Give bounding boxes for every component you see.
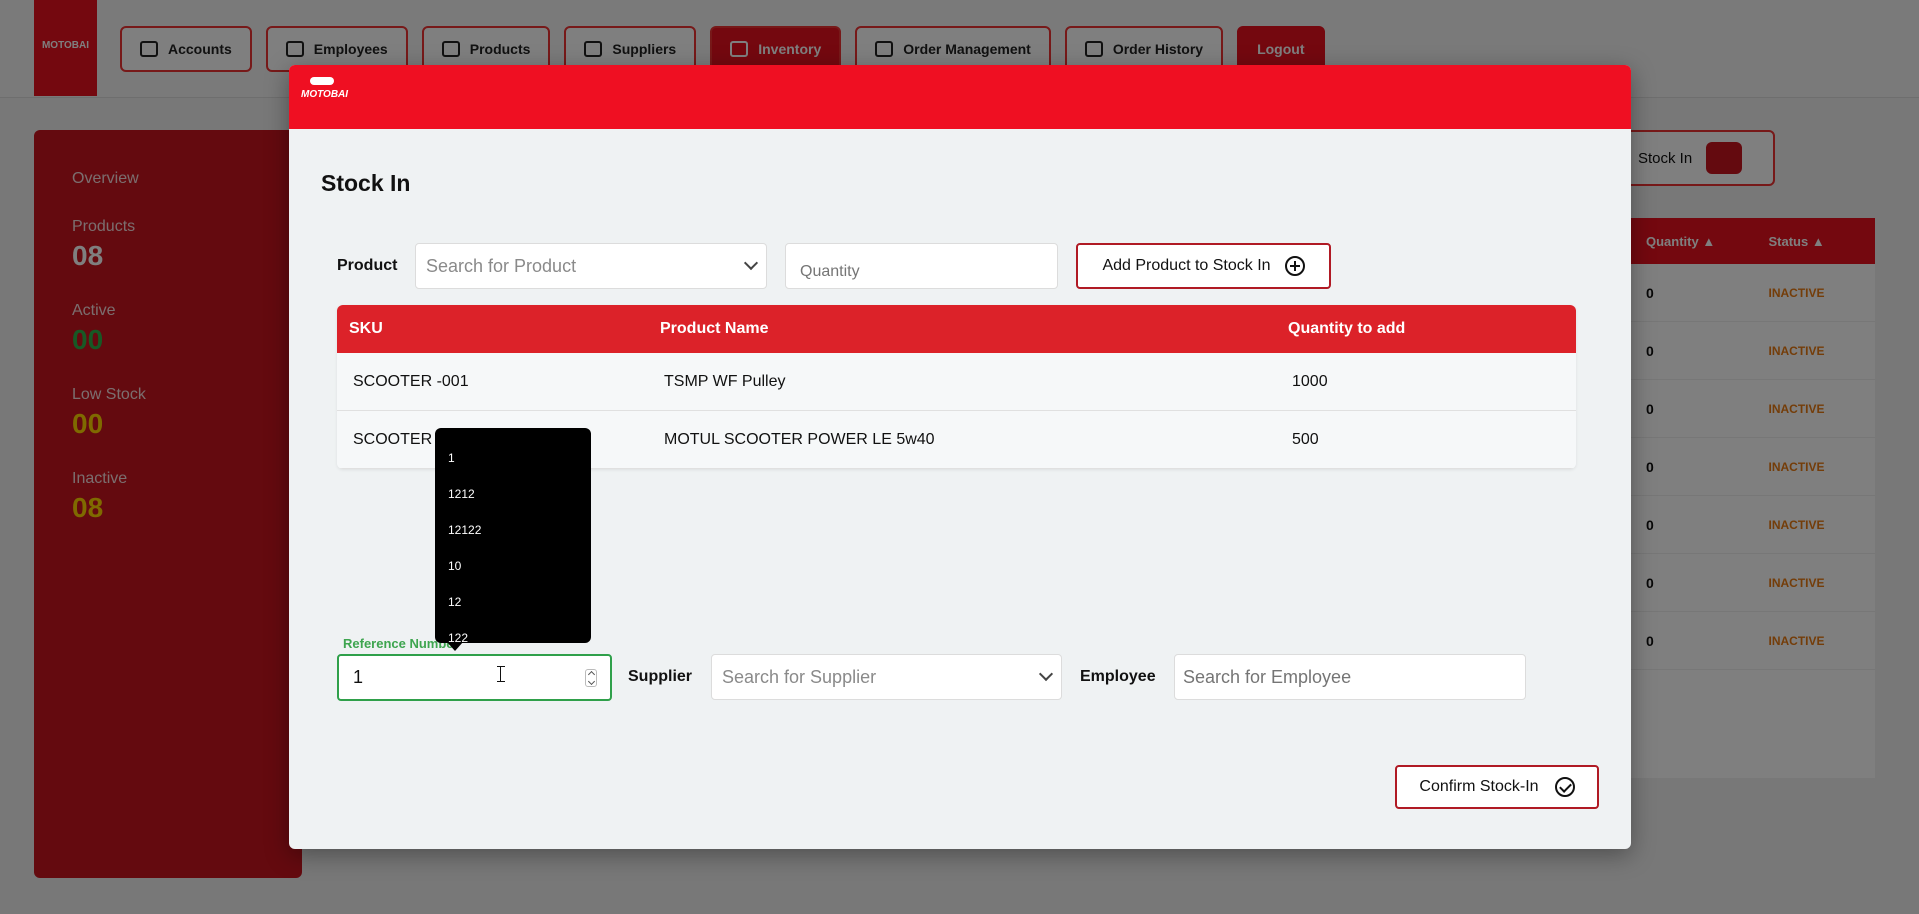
- product-label: Product: [337, 257, 398, 274]
- autocomplete-option[interactable]: 1212: [435, 476, 591, 512]
- col-sku: SKU: [349, 320, 383, 337]
- plus-circle-icon: [1284, 256, 1305, 276]
- col-product-name: Product Name: [660, 320, 769, 337]
- motobai-logo: MOTOBAI: [301, 73, 348, 121]
- table-row: SCOOTER -001 TSMP WF Pulley 1000: [337, 353, 1576, 411]
- col-quantity: Quantity to add: [1288, 320, 1406, 337]
- modal-header: MOTOBAI: [289, 65, 1631, 129]
- autocomplete-option[interactable]: 12: [435, 584, 591, 620]
- reference-autocomplete-list: 1 1212 12122 10 12 122: [435, 428, 591, 645]
- modal-title: Stock In: [321, 170, 411, 196]
- add-product-button[interactable]: Add Product to Stock In: [1076, 243, 1331, 289]
- product-search-select[interactable]: Search for Product: [415, 243, 767, 289]
- autocomplete-option[interactable]: 12122: [435, 512, 591, 548]
- quantity-input[interactable]: [785, 243, 1058, 289]
- supplier-label: Supplier: [628, 668, 693, 685]
- autocomplete-option[interactable]: 10: [435, 548, 591, 584]
- autocomplete-option[interactable]: 1: [435, 440, 591, 476]
- employee-search-input[interactable]: [1174, 654, 1526, 700]
- motorcycle-icon: [308, 73, 336, 87]
- autocomplete-pointer: [447, 642, 463, 651]
- table-header: SKU Product Name Quantity to add: [337, 305, 1576, 353]
- text-cursor-icon: [497, 666, 505, 682]
- employee-label: Employee: [1080, 668, 1156, 685]
- confirm-stock-in-button[interactable]: Confirm Stock-In: [1395, 765, 1599, 809]
- number-spinner[interactable]: [585, 669, 597, 687]
- supplier-search-select[interactable]: Search for Supplier: [711, 654, 1062, 700]
- reference-number-input[interactable]: [337, 654, 612, 701]
- chevron-down-icon: [743, 255, 759, 271]
- chevron-down-icon: [1038, 666, 1054, 682]
- check-circle-icon: [1554, 777, 1575, 797]
